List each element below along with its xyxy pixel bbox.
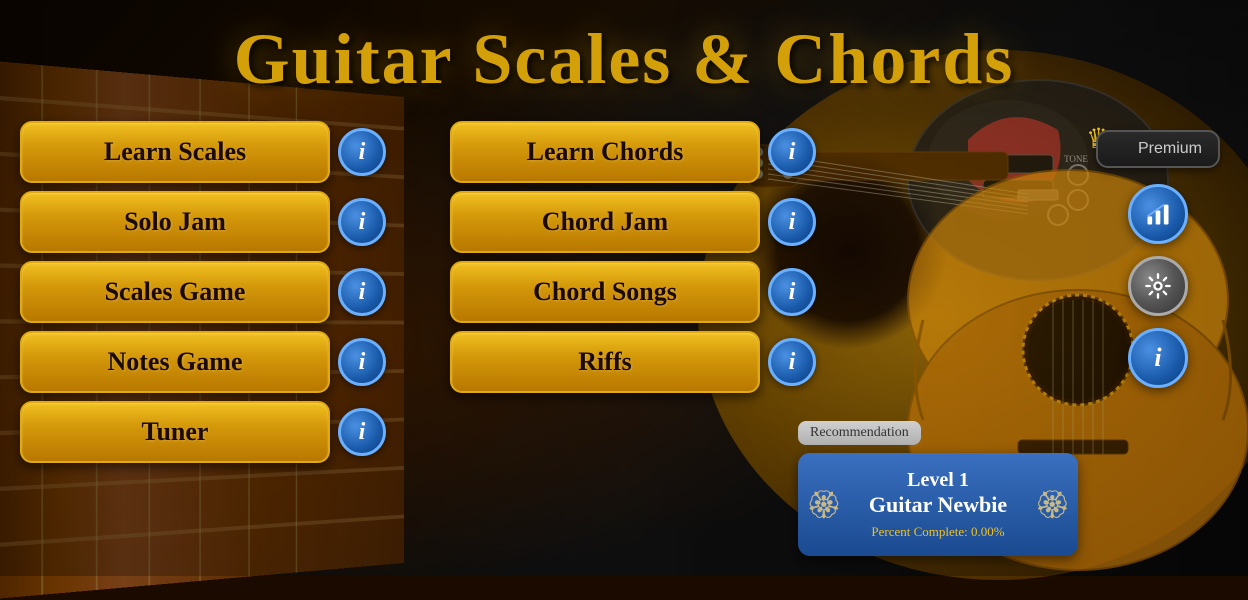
learn-scales-row: Learn Scales i (20, 121, 440, 183)
chord-songs-button[interactable]: Chord Songs (450, 261, 760, 323)
chord-jam-info[interactable]: i (768, 198, 816, 246)
scales-game-button[interactable]: Scales Game (20, 261, 330, 323)
notes-game-row: Notes Game i (20, 331, 440, 393)
settings-icon (1144, 272, 1172, 300)
learn-chords-row: Learn Chords i (450, 121, 870, 183)
notes-game-info[interactable]: i (338, 338, 386, 386)
laurel-left-icon: 🏵 (806, 488, 842, 522)
level-card: 🏵 Level 1 Guitar Newbie Percent Complete… (798, 453, 1078, 556)
chord-jam-button[interactable]: Chord Jam (450, 191, 760, 253)
app-info-button[interactable]: i (1128, 328, 1188, 388)
laurel-right-icon: 🏵 (1034, 488, 1070, 522)
info-label: i (1154, 343, 1161, 373)
scales-game-info[interactable]: i (338, 268, 386, 316)
recommendation-label: Recommendation (798, 421, 921, 445)
premium-container: ♛ Premium (1096, 130, 1220, 168)
riffs-info[interactable]: i (768, 338, 816, 386)
riffs-button[interactable]: Riffs (450, 331, 760, 393)
tuner-row: Tuner i (20, 401, 440, 463)
chord-jam-row: Chord Jam i (450, 191, 870, 253)
learn-scales-button[interactable]: Learn Scales (20, 121, 330, 183)
stats-button[interactable] (1128, 184, 1188, 244)
solo-jam-row: Solo Jam i (20, 191, 440, 253)
buttons-area: Learn Scales i Solo Jam i Scales Game i … (0, 111, 1248, 473)
recommendation-panel: Recommendation 🏵 Level 1 Guitar Newbie P… (798, 421, 1078, 556)
notes-game-button[interactable]: Notes Game (20, 331, 330, 393)
app-title: Guitar Scales & Chords (0, 0, 1248, 111)
chart-icon (1144, 200, 1172, 228)
chord-songs-info[interactable]: i (768, 268, 816, 316)
level-name: Guitar Newbie (818, 492, 1058, 518)
premium-button[interactable]: Premium (1096, 130, 1220, 168)
right-column: Learn Chords i Chord Jam i Chord Songs i… (450, 121, 870, 463)
learn-chords-info[interactable]: i (768, 128, 816, 176)
riffs-row: Riffs i (450, 331, 870, 393)
level-number: Level 1 (818, 469, 1058, 492)
learn-scales-info[interactable]: i (338, 128, 386, 176)
tuner-info[interactable]: i (338, 408, 386, 456)
tuner-button[interactable]: Tuner (20, 401, 330, 463)
solo-jam-info[interactable]: i (338, 198, 386, 246)
left-column: Learn Scales i Solo Jam i Scales Game i … (20, 121, 440, 463)
solo-jam-button[interactable]: Solo Jam (20, 191, 330, 253)
settings-button[interactable] (1128, 256, 1188, 316)
right-panel: ♛ Premium i (1078, 130, 1238, 388)
percent-complete: Percent Complete: 0.00% (818, 524, 1058, 540)
scales-game-row: Scales Game i (20, 261, 440, 323)
learn-chords-button[interactable]: Learn Chords (450, 121, 760, 183)
chord-songs-row: Chord Songs i (450, 261, 870, 323)
percent-value: 0.00% (971, 524, 1005, 539)
